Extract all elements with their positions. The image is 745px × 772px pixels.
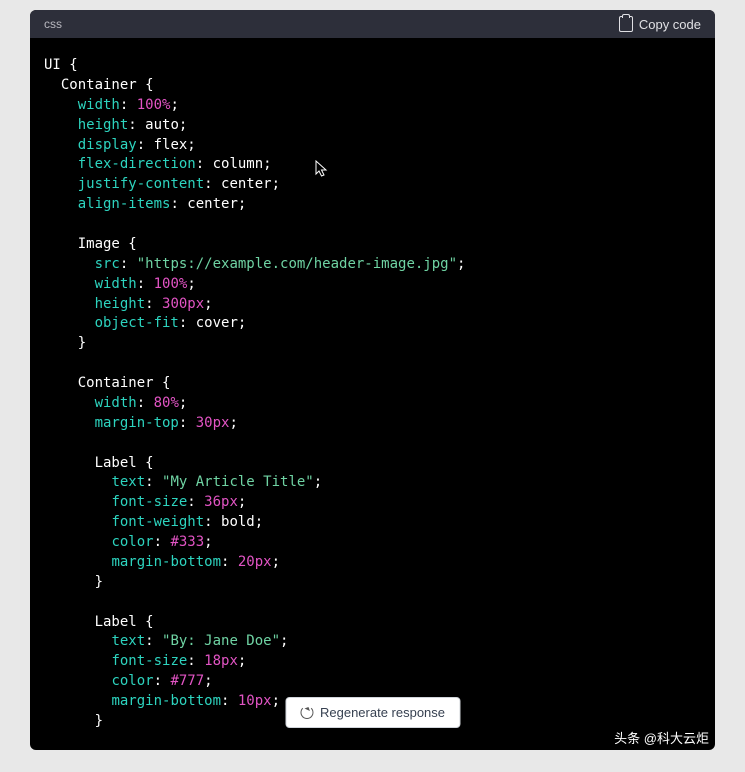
language-label: css [44,17,62,31]
clipboard-icon [619,16,633,32]
code-content: UI { Container { width: 100%; height: au… [30,38,715,750]
regenerate-label: Regenerate response [320,705,445,720]
refresh-icon [300,706,313,719]
regenerate-response-button[interactable]: Regenerate response [285,697,460,728]
copy-code-label: Copy code [639,17,701,32]
code-block-container: css Copy code UI { Container { width: 10… [30,10,715,750]
code-header: css Copy code [30,10,715,38]
watermark-text: 头条 @科大云炬 [614,728,709,747]
copy-code-button[interactable]: Copy code [619,16,701,32]
mouse-cursor-icon [315,160,329,182]
